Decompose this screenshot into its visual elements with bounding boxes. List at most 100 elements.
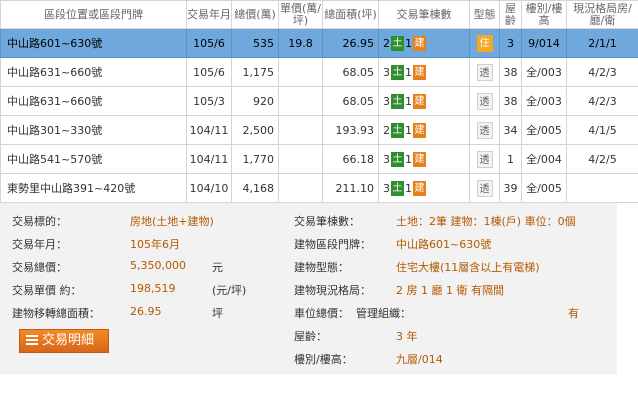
table-row[interactable]: 中山路601~630號 105/6 535 19.8 26.95 2 土 1 建住 3 9/014 2… [0,28,638,58]
header-layout[interactable]: 現況格局房/廳/衛 [566,0,638,29]
cell-unit-price [278,57,323,87]
cell-age: 38 [499,57,522,87]
land-icon: 土 [391,35,404,51]
detail-value: 住宅大樓(11層含以上有電梯) [396,261,540,274]
building-icon: 建 [413,122,426,138]
header-building-count[interactable]: 交易筆棟數 [378,0,470,29]
land-count: 3 [383,94,390,108]
cell-age: 38 [499,86,522,116]
land-icon: 土 [391,180,404,196]
mgmt-value: 有 [568,307,579,320]
detail-label: 樓別/樓高： [294,353,353,366]
cell-address[interactable]: 中山路541~570號 [0,144,187,174]
cell-layout: 4/2/5 [566,144,638,174]
table-row[interactable]: 中山路541~570號 104/11 1,770 66.18 3 土 1 建透 1 全/004 4/… [0,144,638,174]
cell-area: 26.95 [322,28,379,58]
transaction-details-button-label: 交易明細 [42,333,95,348]
detail-value: 26.95 [130,305,162,318]
building-count: 1 [405,36,412,50]
cell-address[interactable]: 中山路601~630號 [0,28,187,58]
detail-value: 105年6月 [130,238,180,251]
detail-value: 2 房 1 廳 1 衛 有隔間 [396,284,504,297]
cell-layout [566,173,638,203]
type-badge: 透 [476,179,493,197]
building-icon: 建 [413,151,426,167]
cell-area: 66.18 [322,144,379,174]
table-row[interactable]: 中山路301~330號 104/11 2,500 193.93 2 土 1 建透 34 全/005… [0,115,638,145]
cell-total-price: 920 [231,86,279,116]
cell-type: 透 [469,57,500,87]
detail-value: 5,350,000 [130,259,186,272]
cell-address[interactable]: 東勢里中山路391~420號 [0,173,187,203]
table-row[interactable]: 中山路631~660號 105/3 920 68.05 3 土 1 建透 38 全/003 4/2/… [0,86,638,116]
building-icon: 建 [413,35,426,51]
detail-label: 建物現況格局： [294,284,371,297]
cell-unit-price [278,144,323,174]
cell-unit-price: 19.8 [278,28,323,58]
type-badge: 透 [476,63,493,81]
header-type[interactable]: 型態 [469,0,500,29]
header-age[interactable]: 屋齡 [499,0,522,29]
detail-value: 198,519 [130,282,176,295]
detail-value: 九層/014 [396,353,443,366]
table-row[interactable]: 東勢里中山路391~420號 104/10 4,168 211.10 3 土 1 建透 39 全/… [0,173,638,203]
header-total-price[interactable]: 總價(萬) [231,0,279,29]
cell-building-count: 3土1建 [378,86,470,116]
cell-type: 透 [469,144,500,174]
cell-date: 104/11 [186,115,232,145]
cell-date: 104/10 [186,173,232,203]
cell-area: 68.05 [322,57,379,87]
cell-address[interactable]: 中山路301~330號 [0,115,187,145]
detail-label: 建物區段門牌： [294,238,371,251]
land-count: 3 [383,152,390,166]
table-header-row: 區段位置或區段門牌 交易年月 總價(萬) 單價(萬/坪) 總面積(坪) 交易筆棟… [0,0,638,29]
cell-layout: 4/2/3 [566,57,638,87]
detail-label: 屋齡： [294,330,327,343]
cell-total-price: 2,500 [231,115,279,145]
cell-area: 193.93 [322,115,379,145]
cell-address[interactable]: 中山路631~660號 [0,57,187,87]
building-count: 1 [405,152,412,166]
cell-address[interactable]: 中山路631~660號 [0,86,187,116]
detail-label: 建物移轉總面積： [12,307,100,320]
cell-floor: 全/004 [521,144,567,174]
cell-area: 211.10 [322,173,379,203]
cell-date: 105/6 [186,57,232,87]
header-area[interactable]: 總面積(坪) [322,0,379,29]
cell-type: 住 [469,28,500,58]
detail-label: 交易年月： [12,238,67,251]
detail-value: 房地(土地+建物) [130,215,214,228]
header-date[interactable]: 交易年月 [186,0,232,29]
cell-building-count: 2土1建 [378,28,470,58]
cell-floor: 全/003 [521,86,567,116]
header-address[interactable]: 區段位置或區段門牌 [0,0,187,29]
header-unit-price[interactable]: 單價(萬/坪) [278,0,323,29]
cell-type: 透 [469,115,500,145]
building-count: 1 [405,181,412,195]
cell-unit-price [278,173,323,203]
cell-date: 104/11 [186,144,232,174]
transaction-detail-panel: 交易標的： 房地(土地+建物) 交易年月： 105年6月交易總價： 5,350,000 元… [0,203,617,374]
detail-value: 土地：2筆 建物：1棟(戶) 車位：0個 [396,215,576,228]
detail-unit: 元 [212,261,223,274]
detail-label: 交易總價： [12,261,67,274]
type-badge: 住 [476,34,493,52]
cell-type: 透 [469,86,500,116]
table-row[interactable]: 中山路631~660號 105/6 1,175 68.05 3 土 1 建透 38 全/003 4/… [0,57,638,87]
building-count: 1 [405,65,412,79]
detail-label: 交易標的： [12,215,67,228]
building-icon: 建 [413,180,426,196]
land-icon: 土 [391,64,404,80]
cell-type: 透 [469,173,500,203]
cell-floor: 全/003 [521,57,567,87]
detail-unit: 坪 [212,307,223,320]
detail-value: 3 年 [396,330,418,343]
cell-floor: 全/005 [521,173,567,203]
header-floor[interactable]: 樓別/樓高 [521,0,567,29]
detail-label: 交易筆棟數： [294,215,360,228]
land-count: 3 [383,181,390,195]
cell-area: 68.05 [322,86,379,116]
transaction-details-button[interactable]: 交易明細 [19,329,109,353]
cell-date: 105/6 [186,28,232,58]
cell-layout: 4/1/5 [566,115,638,145]
